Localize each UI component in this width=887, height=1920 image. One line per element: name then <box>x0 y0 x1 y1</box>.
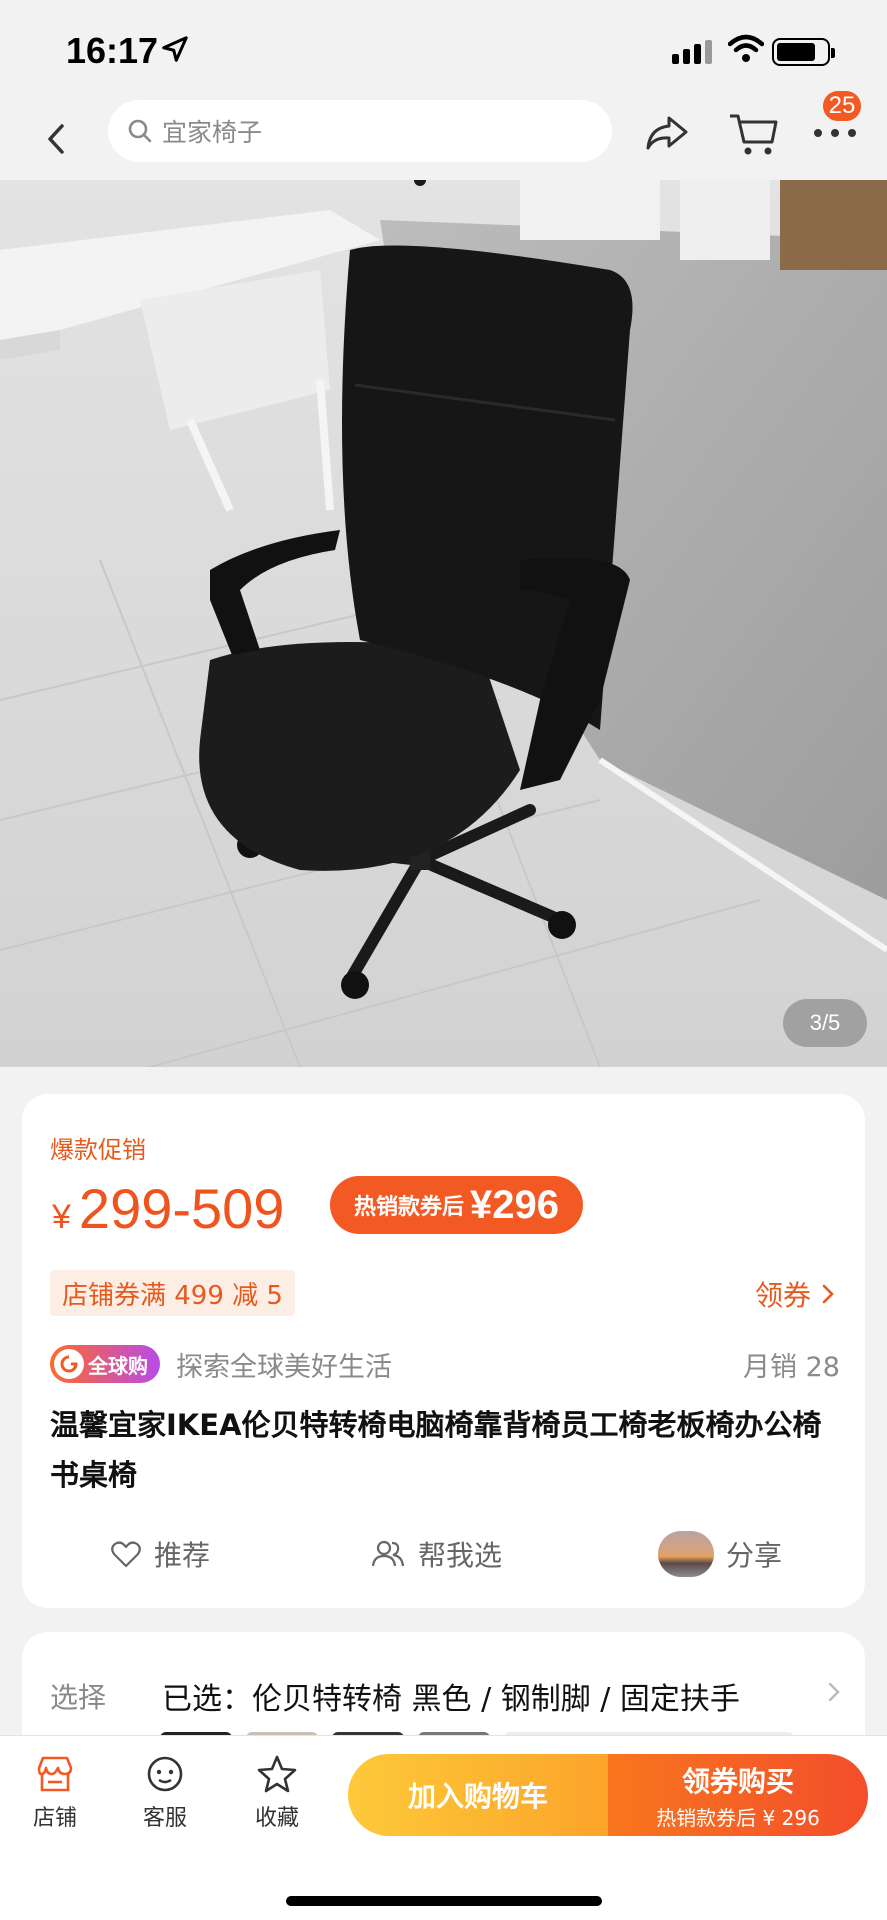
people-icon <box>371 1540 405 1567</box>
cellular-signal-icon <box>672 40 712 64</box>
coupon-label: 热销款券后 <box>354 1195 465 1220</box>
status-time: 16:17 <box>66 30 159 71</box>
product-actions: 推荐 帮我选 分享 <box>22 1524 865 1584</box>
chair-photo <box>0 180 887 1067</box>
search-icon <box>128 119 152 143</box>
search-bar[interactable]: 宜家椅子 <box>108 100 612 162</box>
share-label: 分享 <box>726 1539 783 1572</box>
chevron-right-icon <box>828 1682 840 1702</box>
battery-icon <box>772 38 835 66</box>
product-info-card: 爆款促销 ¥ 299-509 热销款券后 ¥296 店铺券满 499 减 5 领… <box>22 1094 865 1608</box>
recommend-label: 推荐 <box>154 1539 211 1572</box>
store-label: 店铺 <box>32 1806 77 1831</box>
buy-subtitle: 热销款券后 ¥ 296 <box>656 1805 820 1830</box>
promo-tag: 爆款促销 <box>50 1136 146 1164</box>
home-indicator <box>286 1896 602 1906</box>
global-shopping-row: 全球购 探索全球美好生活 月销 28 <box>50 1344 840 1384</box>
top-nav: 宜家椅子 25 <box>0 88 887 180</box>
buy-title: 领券购买 <box>681 1764 794 1798</box>
get-coupon-link[interactable]: 领券 <box>755 1274 835 1314</box>
selection-label: 选择 <box>50 1681 107 1714</box>
price-range: 299-509 <box>78 1177 285 1240</box>
store-icon <box>37 1756 73 1792</box>
coupon-price-pill: 热销款券后 ¥296 <box>330 1176 583 1234</box>
search-placeholder: 宜家椅子 <box>162 118 263 147</box>
status-bar: 16:17 <box>0 0 887 100</box>
global-logo-icon <box>54 1349 84 1379</box>
get-coupon-label: 领券 <box>754 1279 811 1312</box>
location-arrow-icon <box>162 36 188 62</box>
help-choose-label: 帮我选 <box>418 1539 503 1572</box>
global-badge[interactable]: 全球购 <box>50 1345 160 1383</box>
global-badge-label: 全球购 <box>88 1353 148 1378</box>
add-to-cart-button[interactable]: 加入购物车 <box>348 1754 608 1836</box>
currency-symbol: ¥ <box>52 1198 71 1236</box>
monthly-sales: 月销 28 <box>743 1351 840 1383</box>
global-slogan: 探索全球美好生活 <box>176 1351 392 1383</box>
selected-sku: 已选：伦贝特转椅 黑色 / 钢制脚 / 固定扶手 <box>162 1682 740 1717</box>
share-icon[interactable] <box>642 108 692 158</box>
recommend-button[interactable]: 推荐 <box>110 1524 210 1584</box>
share-button[interactable]: 分享 <box>658 1524 782 1584</box>
star-icon <box>257 1755 297 1793</box>
wifi-icon <box>728 34 764 62</box>
chevron-right-icon <box>822 1284 834 1304</box>
price: ¥ 299-509 <box>52 1176 284 1241</box>
favorite-label: 收藏 <box>254 1806 299 1831</box>
back-arrow-icon[interactable] <box>30 114 80 164</box>
heart-icon <box>111 1541 141 1568</box>
customer-service-label: 客服 <box>142 1806 187 1831</box>
share-avatar <box>658 1531 714 1577</box>
bottom-action-bar: 店铺 客服 收藏 加入购物车 领券购买 热销款券后 ¥ 296 <box>0 1736 887 1920</box>
notification-badge: 25 <box>820 88 864 124</box>
coupon-price: ¥296 <box>470 1182 559 1227</box>
customer-service-tab[interactable]: 客服 <box>120 1754 210 1832</box>
product-image[interactable]: 3/5 <box>0 180 887 1067</box>
help-choose-button[interactable]: 帮我选 <box>370 1524 502 1584</box>
buy-with-coupon-button[interactable]: 领券购买 热销款券后 ¥ 296 <box>608 1754 868 1836</box>
store-tab[interactable]: 店铺 <box>10 1754 100 1832</box>
image-counter: 3/5 <box>783 999 867 1047</box>
customer-service-icon <box>147 1756 183 1792</box>
store-coupon-tag: 店铺券满 499 减 5 <box>50 1270 295 1316</box>
cart-icon[interactable] <box>726 108 782 158</box>
product-title: 温馨宜家IKEA伦贝特转椅电脑椅靠背椅员工椅老板椅办公椅书桌椅 <box>50 1408 822 1492</box>
favorite-tab[interactable]: 收藏 <box>232 1754 322 1832</box>
